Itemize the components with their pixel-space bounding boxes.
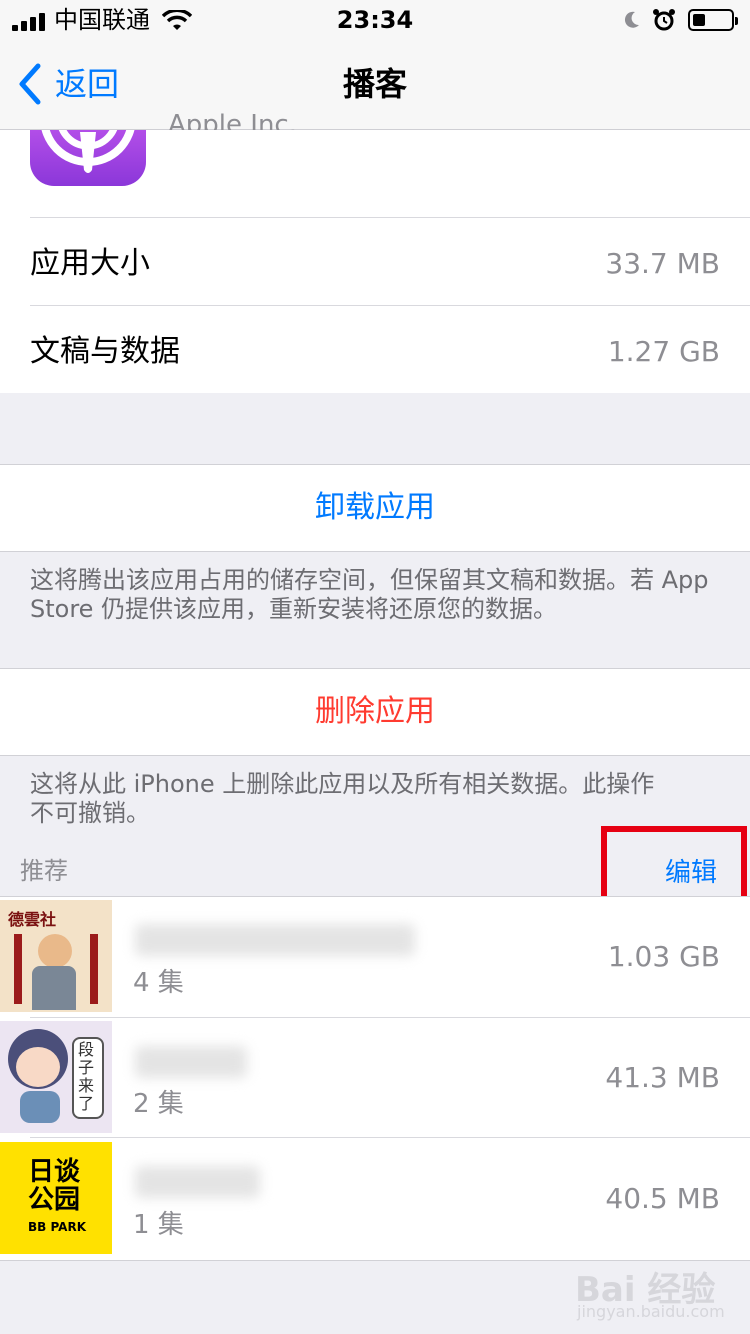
page-title: 播客: [342, 65, 407, 103]
documents-data-label: 文稿与数据: [30, 334, 180, 369]
figure-body: [32, 966, 76, 1010]
podcast-title-blurred: [135, 1166, 260, 1198]
character-face: [16, 1047, 60, 1087]
podcasts-app-icon: [30, 130, 146, 186]
separator: [30, 217, 750, 218]
offload-note-line1: 这将腾出该应用占用的储存空间，但保留其文稿和数据。若 App: [30, 566, 709, 594]
podcast-thumbnail: 日谈 公园 BB PARK: [0, 1142, 112, 1254]
watermark-url: jingyan.baidu.com: [577, 1302, 725, 1321]
separator: [30, 1017, 750, 1018]
delete-app-button[interactable]: 删除应用: [0, 668, 750, 756]
offload-note-line2: Store 仍提供该应用，重新安装将还原您的数据。: [30, 595, 558, 623]
episode-count: 4 集: [133, 968, 184, 998]
developer-label: Apple Inc.: [168, 110, 297, 130]
delete-note-line2: 不可撤销。: [30, 799, 150, 827]
avatar: [38, 934, 72, 968]
podcast-thumbnail: 德雲社: [0, 900, 112, 1012]
app-size-value: 33.7 MB: [605, 247, 720, 280]
thumbnail-subtitle: BB PARK: [28, 1220, 86, 1234]
moon-icon: [624, 11, 639, 28]
banner-right: [90, 934, 98, 1004]
thumbnail-title: 德雲社: [8, 910, 57, 929]
separator: [30, 305, 750, 306]
podcast-size: 41.3 MB: [605, 1061, 720, 1094]
documents-data-value: 1.27 GB: [607, 335, 720, 368]
episode-count: 2 集: [133, 1089, 184, 1119]
podcast-thumbnail: 段子来了: [0, 1021, 112, 1133]
thumbnail-title-line2: 公园: [28, 1185, 81, 1215]
offload-app-button[interactable]: 卸载应用: [0, 464, 750, 552]
podcast-title-blurred: [135, 924, 415, 956]
battery-icon: [688, 9, 738, 31]
podcast-size: 40.5 MB: [605, 1182, 720, 1215]
character-body: [20, 1091, 60, 1123]
podcast-title-blurred: [135, 1046, 247, 1078]
separator: [30, 1137, 750, 1138]
delete-app-label: 删除应用: [315, 694, 435, 729]
thumbnail-title: 段子来了: [78, 1040, 95, 1113]
episode-count: 1 集: [133, 1210, 184, 1240]
delete-note-line1: 这将从此 iPhone 上删除此应用以及所有相关数据。此操作: [30, 770, 655, 798]
recommended-header: 推荐: [20, 857, 68, 885]
thumbnail-title-line1: 日谈: [28, 1157, 81, 1187]
alarm-icon: [653, 9, 675, 31]
banner-left: [14, 934, 22, 1004]
offload-app-label: 卸载应用: [315, 490, 435, 525]
app-size-label: 应用大小: [30, 246, 150, 281]
status-bar: 中国联通 23:34: [0, 0, 750, 40]
podcast-size: 1.03 GB: [607, 940, 720, 973]
